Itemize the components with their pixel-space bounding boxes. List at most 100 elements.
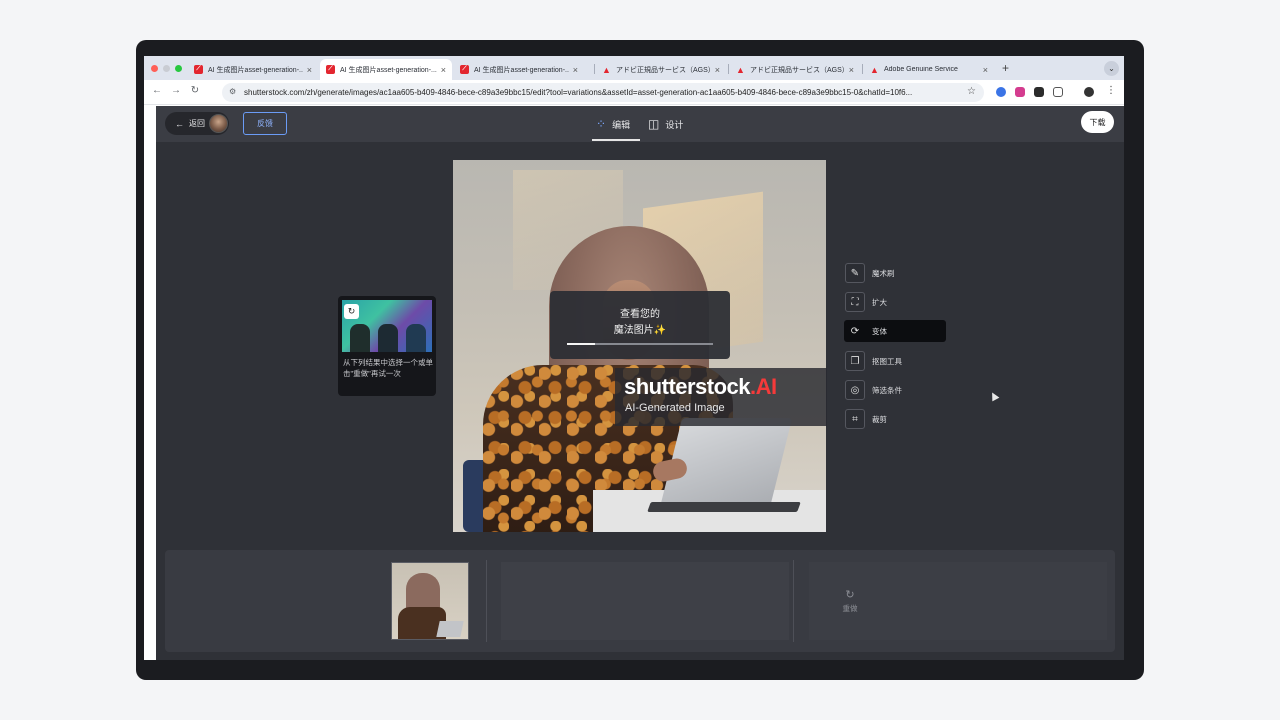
browser-tab-active[interactable]: ⟋ AI 生成图片asset-generation-... × — [320, 59, 452, 80]
cutout-icon: ❐ — [845, 351, 865, 371]
browser-tab[interactable]: ▲ アドビ正規品サービス（AGS） × — [596, 59, 726, 80]
tool-label: 裁剪 — [872, 414, 887, 424]
mouse-cursor-icon — [988, 390, 1000, 402]
laptop-stand — [647, 502, 801, 512]
extension-icon[interactable] — [1034, 87, 1044, 97]
crop-icon: ⌗ — [845, 409, 865, 429]
close-tab-icon[interactable]: × — [849, 65, 854, 75]
tab-title: AI 生成图片asset-generation-... — [208, 66, 303, 74]
tool-variations[interactable]: ⟳ 变体 — [844, 320, 946, 342]
divider — [793, 560, 794, 642]
refresh-icon: ↻ — [344, 304, 359, 319]
ai-logo-icon: ⟋ — [326, 65, 335, 74]
edit-sparkle-icon: ⁘ — [596, 117, 607, 131]
minimize-window-icon[interactable] — [163, 65, 170, 72]
tab-separator — [728, 64, 729, 74]
watermark-logo: shutterstock.AI — [624, 374, 777, 400]
address-bar[interactable]: ⚙ shutterstock.com/zh/generate/images/ac… — [222, 83, 984, 102]
close-tab-icon[interactable]: × — [573, 65, 578, 75]
extensions-puzzle-icon[interactable] — [1053, 87, 1063, 97]
close-tab-icon[interactable]: × — [715, 65, 720, 75]
tab-design[interactable]: ◫ 设计 — [648, 112, 683, 136]
tool-label: 抠图工具 — [872, 356, 902, 366]
adobe-logo-icon: ▲ — [736, 64, 745, 75]
tab-title: アドビ正規品サービス（AGS） — [616, 66, 711, 74]
tab-title: AI 生成图片asset-generation-... — [474, 66, 569, 74]
filter-icon: ◎ — [845, 380, 865, 400]
tab-design-label: 设计 — [665, 119, 684, 130]
ai-logo-icon: ⟋ — [460, 65, 469, 74]
close-window-icon[interactable] — [151, 65, 158, 72]
bookmark-star-icon[interactable]: ☆ — [967, 86, 976, 97]
extension-icon[interactable] — [1015, 87, 1025, 97]
tool-filters[interactable]: ◎ 筛选条件 — [844, 379, 946, 401]
tool-label: 扩大 — [872, 297, 887, 307]
preview-figure — [406, 324, 426, 352]
results-strip: ↻ 重做 — [165, 550, 1115, 652]
close-tab-icon[interactable]: × — [307, 65, 312, 75]
thumb-laptop — [436, 621, 464, 637]
active-tab-indicator — [592, 139, 640, 141]
download-button[interactable]: 下载 — [1081, 111, 1114, 133]
watermark: shutterstock.AI AI-Generated Image — [615, 368, 827, 426]
divider — [486, 560, 487, 642]
close-tab-icon[interactable]: × — [983, 65, 988, 75]
back-arrow-icon[interactable]: ← — [150, 85, 164, 96]
tab-edit[interactable]: ⁘ 编辑 — [596, 112, 630, 136]
browser-menu-icon[interactable]: ⋮ — [1106, 85, 1116, 96]
extension-icon[interactable] — [996, 87, 1006, 97]
watermark-ai-mark: .AI — [750, 374, 777, 399]
browser-tab[interactable]: ▲ Adobe Genuine Service × — [864, 59, 994, 80]
result-thumbnail[interactable] — [391, 562, 469, 640]
watermark-brand: shutterstock — [624, 374, 751, 399]
browser-window: ⟋ AI 生成图片asset-generation-... × ⟋ AI 生成图… — [144, 56, 1124, 660]
redo-label: 重做 — [842, 604, 858, 613]
profile-icon[interactable] — [1084, 87, 1094, 97]
magic-brush-icon: ✎ — [845, 263, 865, 283]
adobe-logo-icon: ▲ — [870, 64, 879, 75]
tab-search-icon[interactable]: ⌄ — [1104, 61, 1119, 76]
tab-title: AI 生成图片asset-generation-... — [340, 66, 437, 74]
variations-hint-card[interactable]: ↻ 从下列结果中选择一个或单击"重做"再试一次 — [338, 296, 436, 396]
tab-title: Adobe Genuine Service — [884, 66, 958, 73]
tab-separator — [594, 64, 595, 74]
close-tab-icon[interactable]: × — [441, 65, 446, 75]
tool-crop[interactable]: ⌗ 裁剪 — [844, 408, 946, 430]
site-info-icon[interactable]: ⚙ — [229, 87, 236, 96]
new-tab-icon[interactable]: + — [1002, 61, 1009, 75]
tab-edit-label: 编辑 — [612, 119, 631, 130]
design-layout-icon: ◫ — [648, 117, 660, 131]
browser-tab[interactable]: ⟋ AI 生成图片asset-generation-... × — [188, 59, 318, 80]
hint-text: 从下列结果中选择一个或单击"重做"再试一次 — [343, 358, 433, 378]
tab-separator — [862, 64, 863, 74]
back-arrow-icon: ← — [175, 118, 184, 129]
progress-fill — [567, 343, 595, 345]
tool-magic-brush[interactable]: ✎ 魔术刷 — [844, 262, 946, 284]
tool-label: 筛选条件 — [872, 385, 902, 395]
editor-app: ← 返回 反馈 ⁘ 编辑 ◫ 设计 下载 查看您的 魔法图片✨ shutters… — [156, 106, 1124, 660]
variations-icon: ⟳ — [850, 325, 860, 337]
browser-tab[interactable]: ▲ アドビ正規品サービス（AGS） × — [730, 59, 860, 80]
preview-figure — [350, 324, 370, 352]
ai-logo-icon: ⟋ — [194, 65, 203, 74]
tab-title: アドビ正規品サービス（AGS） — [750, 66, 845, 74]
redo-button[interactable]: ↻ 重做 — [830, 588, 870, 614]
browser-toolbar: ← → ↻ ⚙ shutterstock.com/zh/generate/ima… — [144, 80, 1124, 105]
loading-card: 查看您的 魔法图片✨ — [550, 291, 730, 359]
url-text[interactable]: shutterstock.com/zh/generate/images/ac1a… — [244, 88, 944, 97]
maximize-window-icon[interactable] — [175, 65, 182, 72]
watermark-subtitle: AI-Generated Image — [625, 402, 725, 414]
tool-label: 变体 — [872, 326, 887, 336]
loading-subtitle: 魔法图片✨ — [613, 325, 667, 336]
result-placeholder — [501, 562, 789, 640]
adobe-logo-icon: ▲ — [602, 64, 611, 75]
reload-icon[interactable]: ↻ — [188, 85, 202, 96]
tool-expand[interactable]: ⛶ 扩大 — [844, 291, 946, 313]
back-label: 返回 — [189, 119, 205, 128]
feedback-button[interactable]: 反馈 — [243, 112, 287, 135]
tool-cutout[interactable]: ❐ 抠图工具 — [844, 350, 946, 372]
avatar[interactable] — [209, 114, 228, 133]
tab-strip: ⟋ AI 生成图片asset-generation-... × ⟋ AI 生成图… — [144, 56, 1124, 80]
forward-arrow-icon[interactable]: → — [169, 85, 183, 96]
browser-tab[interactable]: ⟋ AI 生成图片asset-generation-... × — [454, 59, 584, 80]
